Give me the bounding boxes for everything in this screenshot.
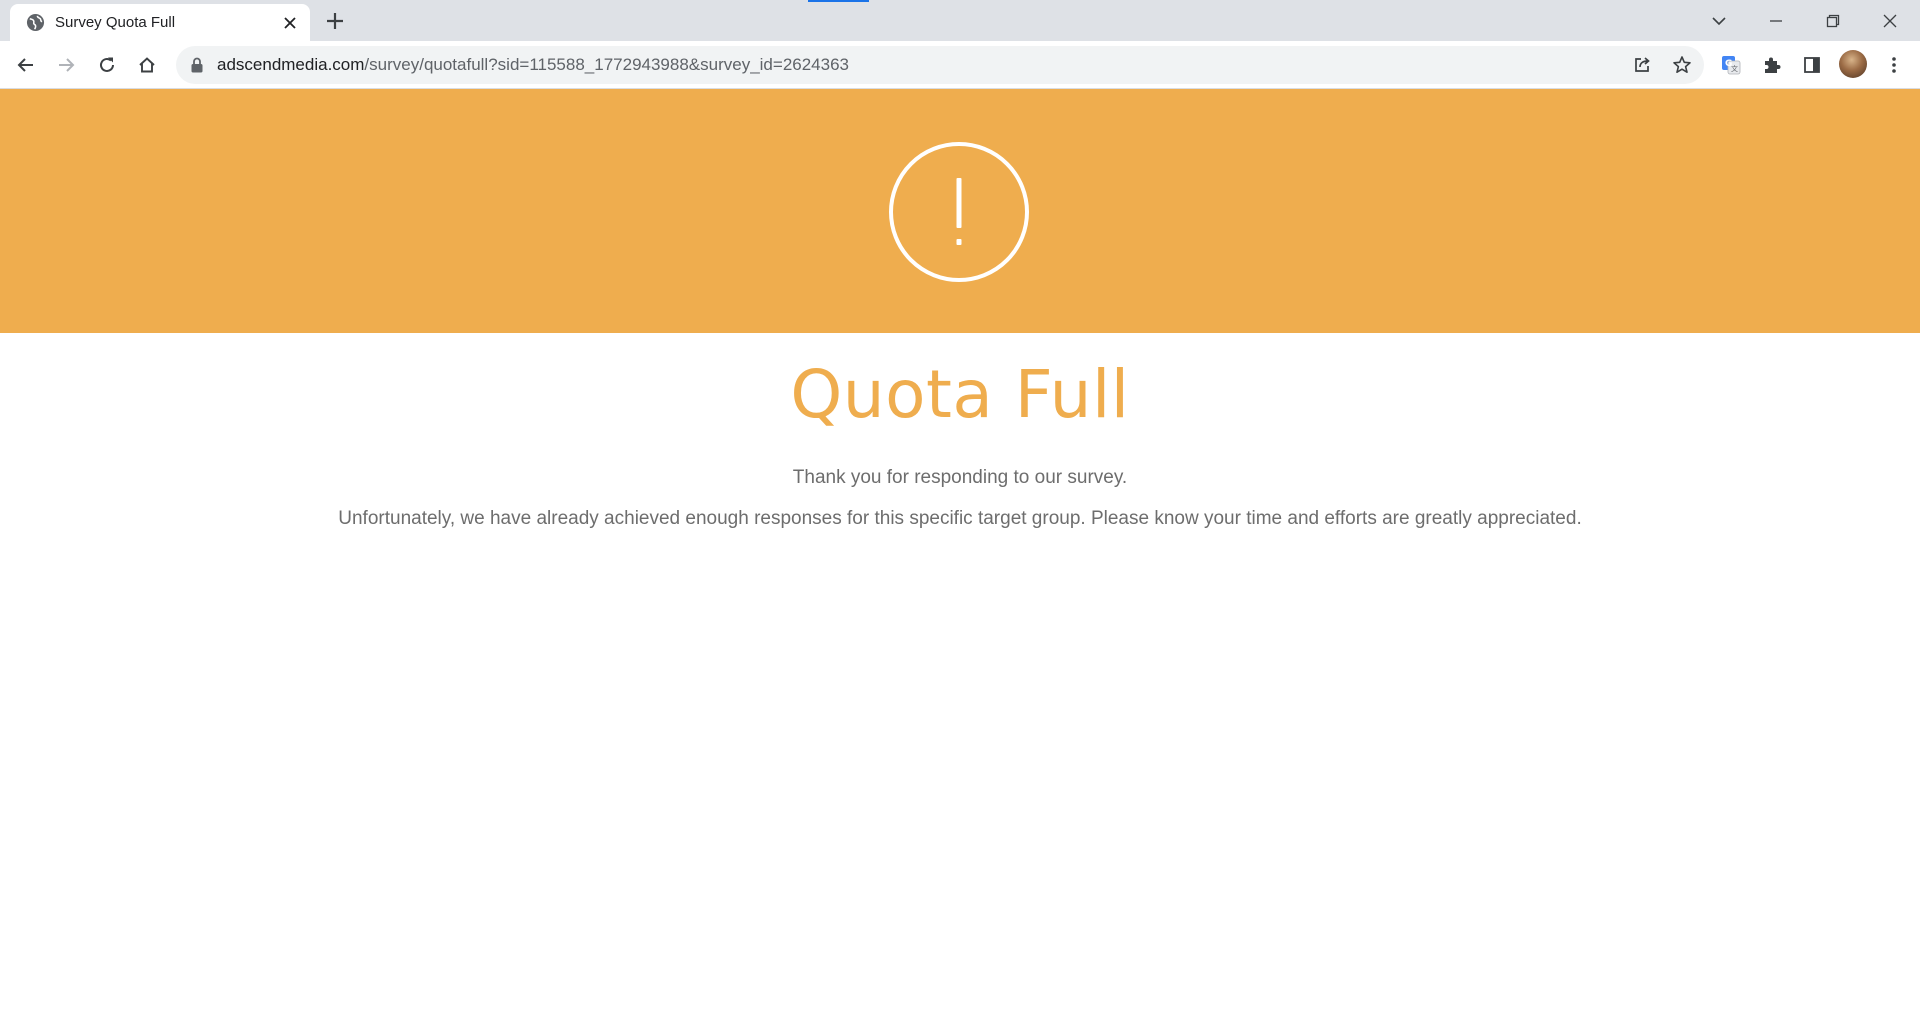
quota-message: Unfortunately, we have already achieved … — [338, 508, 1582, 529]
share-icon[interactable] — [1632, 55, 1652, 75]
browser-menu-button[interactable] — [1880, 51, 1908, 79]
minimize-button[interactable] — [1753, 0, 1799, 41]
address-bar[interactable]: adscendmedia.com/survey/quotafull?sid=11… — [176, 46, 1704, 84]
home-button[interactable] — [133, 51, 161, 79]
minimize-icon — [1770, 19, 1782, 22]
thank-you-message: Thank you for responding to our survey. — [792, 467, 1128, 488]
puzzle-icon — [1765, 57, 1781, 73]
extensions-button[interactable] — [1758, 51, 1786, 79]
reload-icon — [100, 57, 114, 72]
google-translate-icon: G 文 — [1722, 56, 1741, 75]
profile-avatar[interactable] — [1839, 50, 1867, 78]
url-text[interactable]: adscendmedia.com/survey/quotafull?sid=11… — [217, 46, 849, 84]
browser-toolbar: adscendmedia.com/survey/quotafull?sid=11… — [0, 41, 1920, 89]
tab-loading-indicator — [808, 0, 869, 2]
side-panel-button[interactable] — [1798, 51, 1826, 79]
globe-icon — [26, 13, 45, 32]
tab-search-button[interactable] — [1696, 0, 1742, 41]
home-icon — [139, 57, 155, 73]
chevron-down-icon — [1712, 16, 1726, 25]
star-icon[interactable] — [1672, 55, 1692, 75]
svg-text:文: 文 — [1731, 64, 1738, 73]
exclamation-circle-icon — [889, 142, 1029, 282]
close-window-button[interactable] — [1867, 0, 1913, 41]
close-icon[interactable] — [282, 15, 298, 31]
side-panel-icon — [1804, 57, 1820, 73]
url-host: adscendmedia.com — [217, 55, 365, 74]
lock-icon[interactable] — [190, 57, 204, 73]
kebab-menu-icon — [1892, 57, 1896, 73]
browser-tab[interactable]: Survey Quota Full — [10, 4, 310, 41]
plus-icon[interactable] — [324, 10, 346, 32]
reload-button[interactable] — [93, 51, 121, 79]
google-translate-button[interactable]: G 文 — [1717, 51, 1745, 79]
url-path: /survey/quotafull?sid=115588_1772943988&… — [364, 55, 849, 74]
back-button[interactable] — [12, 51, 40, 79]
back-arrow-icon — [17, 58, 33, 72]
tab-strip: Survey Quota Full — [0, 0, 1920, 41]
close-icon — [1883, 14, 1897, 27]
restore-button[interactable] — [1810, 0, 1856, 41]
forward-arrow-icon — [59, 58, 75, 72]
page-title: Quota Full — [790, 356, 1130, 433]
tab-title: Survey Quota Full — [55, 14, 176, 31]
restore-icon — [1826, 14, 1840, 27]
forward-button[interactable] — [52, 51, 80, 79]
